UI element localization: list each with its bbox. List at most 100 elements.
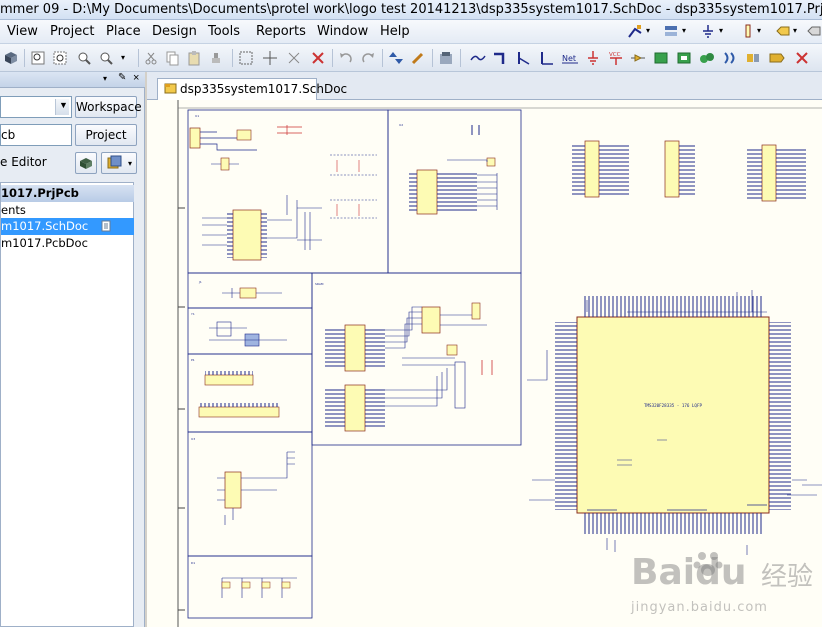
open-document-icon[interactable] — [3, 50, 19, 66]
place-sheet-symbol-icon[interactable] — [653, 50, 669, 66]
place-part-icon[interactable] — [630, 50, 646, 66]
svg-text:VCC: VCC — [609, 52, 621, 58]
document-icon — [101, 220, 111, 232]
toolbar-separator — [232, 49, 233, 67]
title-bar: mmer 09 - D:\My Documents\Documents\prot… — [0, 0, 822, 20]
menu-place[interactable]: Place — [106, 24, 141, 39]
workspace-button[interactable]: Workspace — [75, 96, 142, 118]
dropdown-arrow-icon[interactable]: ▾ — [682, 26, 686, 35]
dropdown-arrow-icon[interactable]: ▾ — [793, 26, 797, 35]
svg-text:U3: U3 — [191, 437, 195, 441]
chevron-down-icon[interactable]: ▼ — [55, 99, 69, 115]
gnd-port-icon[interactable] — [585, 50, 601, 66]
place-wire-icon[interactable] — [470, 50, 486, 66]
menu-help[interactable]: Help — [380, 24, 410, 39]
dropdown-arrow-icon[interactable]: ▾ — [757, 26, 761, 35]
net-label-icon[interactable]: Net — [562, 50, 578, 66]
place-bus-entry-icon[interactable] — [516, 50, 532, 66]
no-erc-icon[interactable] — [806, 23, 822, 39]
menu-design[interactable]: Design — [152, 24, 197, 39]
schematic-doc-icon — [164, 83, 177, 94]
ground-power-icon[interactable] — [700, 23, 716, 39]
redo-icon[interactable] — [360, 50, 376, 66]
dropdown-arrow-icon[interactable]: ▾ — [646, 26, 650, 35]
menu-project[interactable]: Project — [50, 24, 94, 39]
select-area-icon[interactable] — [238, 50, 254, 66]
toolbar-separator — [24, 49, 25, 67]
main-toolbar: ▾ Net VCC — [0, 44, 822, 72]
paw-logo-icon — [693, 552, 723, 576]
tree-project-node[interactable]: 1017.PrjPcb — [1, 185, 134, 202]
zoom-selected-icon[interactable] — [76, 50, 92, 66]
copy-icon[interactable] — [164, 50, 180, 66]
browse-library-icon[interactable] — [438, 50, 454, 66]
place-sheet-entry-icon[interactable] — [676, 50, 692, 66]
device-sheet-icon[interactable] — [699, 50, 715, 66]
schematic-canvas[interactable]: U1 U2 J1 Y1 P1 U3 D1 SRAM TMS320F28335 -… — [147, 100, 822, 627]
place-port-icon[interactable] — [722, 50, 738, 66]
move-icon[interactable] — [262, 50, 278, 66]
menu-view[interactable]: View — [7, 24, 38, 39]
port-icon[interactable] — [775, 23, 791, 39]
toolbar-separator — [432, 49, 433, 67]
tree-file-label: m1017.SchDoc — [1, 219, 89, 233]
structure-view-button[interactable]: ▾ — [101, 152, 137, 174]
application-window: mmer 09 - D:\My Documents\Documents\prot… — [0, 0, 822, 627]
projects-panel: ▾ ✎ × ▼ Workspace cb Project e Editor ▾ … — [0, 72, 145, 627]
project-button[interactable]: Project — [75, 124, 137, 146]
resistor-icon[interactable] — [740, 23, 756, 39]
zoom-fit-icon[interactable] — [30, 50, 46, 66]
svg-text:U1: U1 — [195, 114, 199, 118]
tree-file-schdoc[interactable]: m1017.SchDoc — [1, 218, 134, 235]
place-net-label-icon[interactable] — [539, 50, 555, 66]
deselect-icon[interactable] — [286, 50, 302, 66]
panel-header: ▾ ✎ × — [0, 72, 145, 88]
cross-probe-icon[interactable] — [410, 50, 426, 66]
workspace-dropdown[interactable]: ▼ — [0, 96, 72, 118]
svg-text:Net: Net — [562, 54, 576, 63]
menu-window[interactable]: Window — [317, 24, 368, 39]
no-erc-marker-icon[interactable] — [794, 50, 810, 66]
tree-file-label: m1017.PcbDoc — [1, 236, 88, 250]
watermark-chinese: 经验 — [761, 562, 814, 592]
rubber-stamp-icon[interactable] — [208, 50, 224, 66]
toolbar-separator — [382, 49, 383, 67]
place-bus-icon[interactable] — [493, 50, 509, 66]
wire-tool-icon[interactable] — [627, 23, 643, 39]
vcc-port-icon[interactable]: VCC — [608, 50, 624, 66]
file-view-button[interactable] — [75, 152, 97, 174]
tab-label: dsp335system1017.SchDoc — [180, 82, 348, 96]
menu-bar: View Project Place Design Tools Reports … — [0, 20, 822, 44]
main-chip-label: TMS320F28335 - 176 LQFP — [644, 403, 702, 408]
bus-tool-icon[interactable] — [663, 23, 679, 39]
project-field[interactable]: cb — [0, 124, 72, 146]
panel-menu-icon[interactable]: ▾ — [103, 74, 107, 83]
tree-folder-node[interactable]: ents — [1, 202, 134, 219]
paste-icon[interactable] — [186, 50, 202, 66]
editor-mode-label: e Editor — [0, 155, 47, 169]
dropdown-arrow-icon[interactable]: ▾ — [719, 26, 723, 35]
tab-schdoc[interactable]: dsp335system1017.SchDoc — [157, 78, 347, 100]
window-title: mmer 09 - D:\My Documents\Documents\prot… — [0, 2, 822, 17]
toolbar-separator — [332, 49, 333, 67]
svg-text:U2: U2 — [399, 123, 403, 127]
hierarchy-up-down-icon[interactable] — [388, 50, 404, 66]
place-harness-icon[interactable] — [745, 50, 761, 66]
chevron-down-icon: ▾ — [127, 159, 132, 168]
svg-text:D1: D1 — [191, 561, 195, 565]
zoom-area-icon[interactable] — [52, 50, 68, 66]
zoom-filter-icon[interactable] — [98, 50, 114, 66]
menu-reports[interactable]: Reports — [256, 24, 306, 39]
place-directive-icon[interactable] — [769, 50, 785, 66]
pin-icon[interactable]: ✎ — [118, 72, 126, 83]
tree-file-pcbdoc[interactable]: m1017.PcbDoc — [1, 235, 134, 252]
svg-text:P1: P1 — [191, 358, 195, 362]
menu-tools[interactable]: Tools — [208, 24, 240, 39]
toolbar-separator — [460, 49, 461, 67]
undo-icon[interactable] — [338, 50, 354, 66]
clear-filter-icon[interactable] — [310, 50, 326, 66]
cut-icon[interactable] — [143, 50, 159, 66]
close-icon[interactable]: × — [133, 72, 139, 84]
dropdown-arrow-icon[interactable]: ▾ — [121, 53, 125, 62]
document-tab-strip: dsp335system1017.SchDoc — [147, 72, 822, 100]
